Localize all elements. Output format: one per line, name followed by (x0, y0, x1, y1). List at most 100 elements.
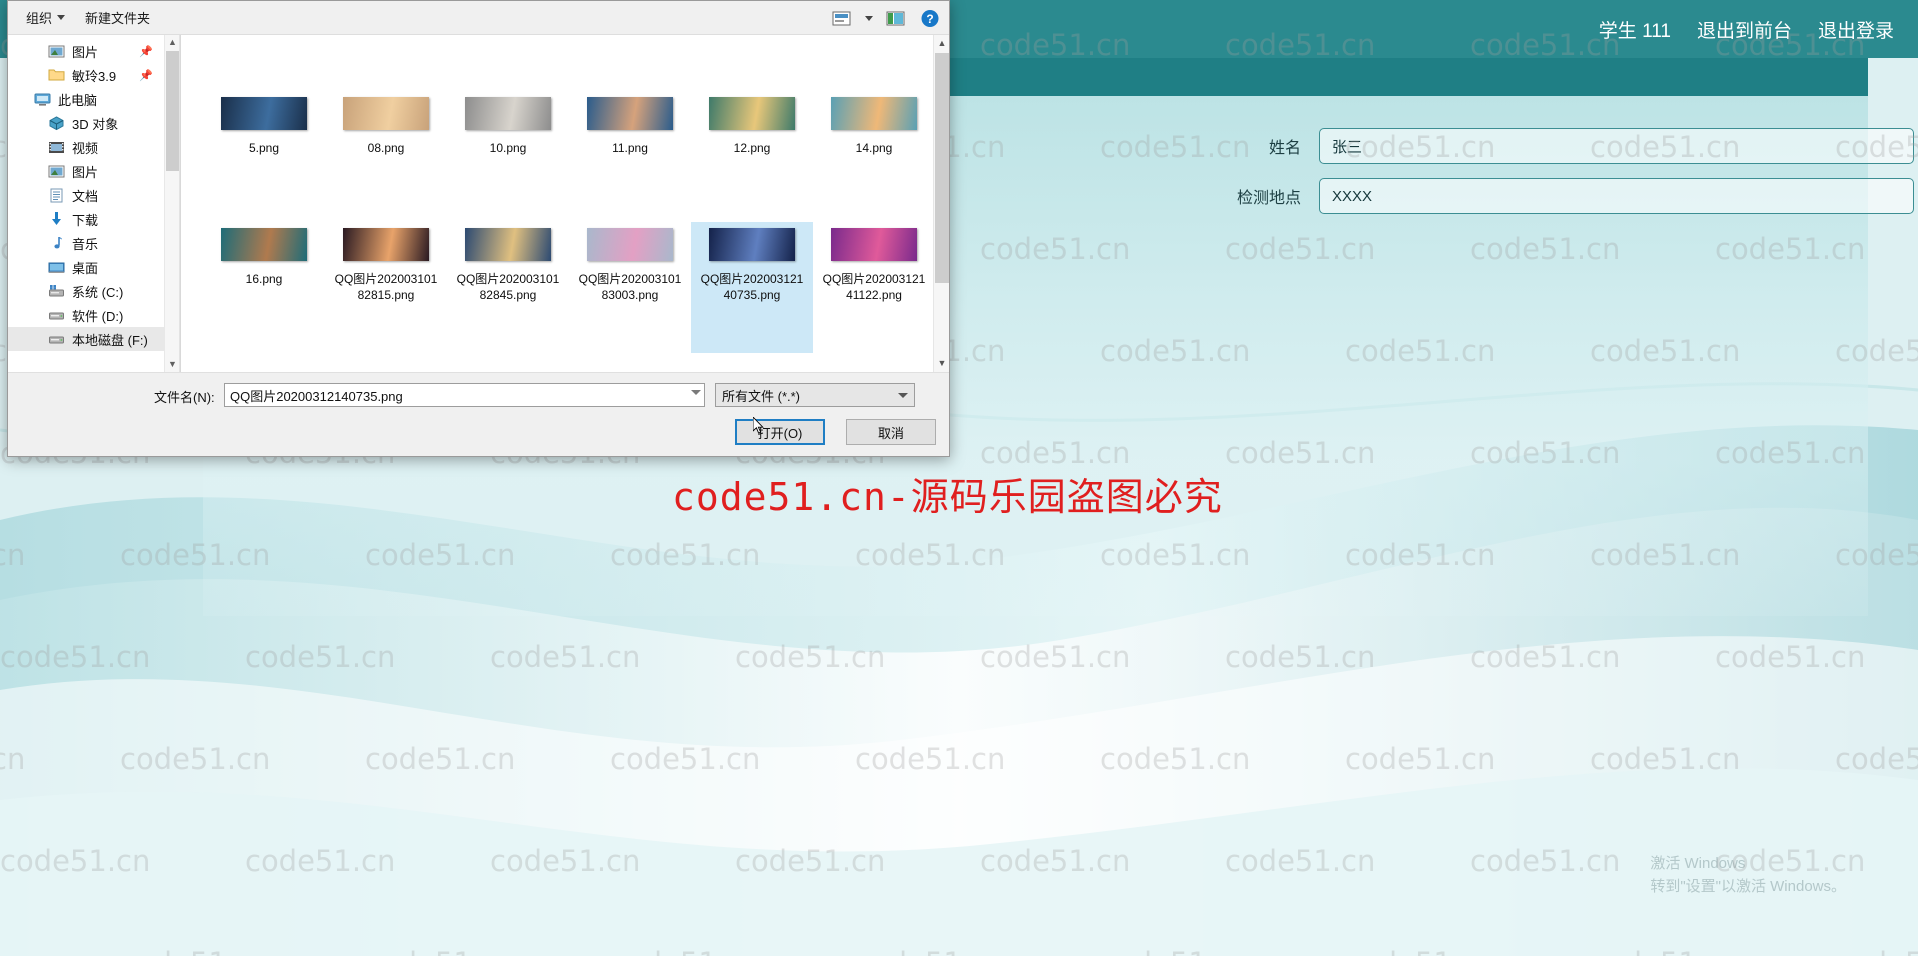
sidebar-item-label: 文档 (72, 188, 99, 204)
windows-activation-notice: 激活 Windows 转到"设置"以激活 Windows。 (1650, 852, 1846, 899)
new-folder-label: 新建文件夹 (85, 11, 151, 26)
red-watermark-text: code51.cn-源码乐园盗图必究 (672, 475, 1223, 519)
file-cell[interactable]: 11.png (569, 91, 691, 222)
sidebar-item-10[interactable]: 系统 (C:) (8, 279, 179, 303)
video-icon (48, 139, 65, 155)
file-scroll-up-icon[interactable]: ▲ (934, 35, 949, 52)
sidebar-item-label: 视频 (72, 140, 99, 156)
file-name-label: QQ图片20200312141122.png (822, 272, 926, 303)
new-folder-button[interactable]: 新建文件夹 (75, 4, 160, 31)
filetype-value: 所有文件 (*.*) (722, 388, 801, 404)
file-cell[interactable]: 10.png (447, 91, 569, 222)
file-thumbnail (587, 228, 673, 261)
file-cell[interactable]: 16.png (203, 222, 325, 353)
sidebar-scroll-thumb[interactable] (166, 51, 179, 171)
sidebar-item-9[interactable]: 桌面 (8, 255, 179, 279)
sidebar-item-4[interactable]: 视频 (8, 135, 179, 159)
name-label: 姓名 (1268, 140, 1301, 157)
activation-line-1: 激活 Windows (1650, 854, 1746, 872)
sidebar-item-label: 下载 (72, 212, 99, 228)
file-list-area[interactable]: 5.png 08.png 10.png 11.png 12.png 14.png 16.pn… (180, 35, 949, 372)
drive-icon (48, 307, 65, 323)
file-cell[interactable]: 5.png (203, 91, 325, 222)
dialog-body: 图片 📌 敏玲3.9 📌 此电脑 3D 对象 视频 图片 文档 下载 音乐 桌面 系统 (C:) 软件 (… (8, 35, 949, 372)
sidebar-list: 图片 📌 敏玲3.9 📌 此电脑 3D 对象 视频 图片 文档 下载 音乐 桌面 系统 (C:) 软件 (… (8, 39, 179, 351)
filename-label: 文件名(N): (154, 390, 215, 405)
view-layout-icon[interactable] (831, 9, 853, 28)
sidebar-item-0[interactable]: 图片 📌 (8, 39, 179, 63)
file-thumbnail (343, 228, 429, 261)
file-cell[interactable]: 14.png (813, 91, 935, 222)
filetype-select[interactable]: 所有文件 (*.*) (715, 383, 915, 407)
sidebar-item-label: 敏玲3.9 (72, 68, 117, 84)
desktop-icon (48, 259, 65, 275)
file-cell[interactable]: QQ图片20200310182845.png (447, 222, 569, 353)
name-input[interactable] (1319, 128, 1914, 164)
computer-icon (34, 91, 51, 107)
dialog-cancel-button[interactable]: 取消 (846, 419, 936, 445)
file-name-label: 10.png (489, 141, 527, 155)
file-name-label: 5.png (248, 141, 280, 155)
sidebar-item-label: 桌面 (72, 260, 99, 276)
form-row-place: 检测地点 (1213, 178, 1914, 214)
file-cell[interactable]: QQ图片20200310183003.png (569, 222, 691, 353)
dialog-toolbar: 组织 新建文件夹 ? (8, 1, 949, 35)
file-thumbnail (465, 97, 551, 130)
dialog-toolbar-right: ? (831, 1, 941, 35)
music-icon (48, 235, 65, 251)
file-thumbnail (221, 97, 307, 130)
form-row-name: 姓名 (1213, 128, 1914, 164)
file-name-label: 11.png (612, 141, 648, 155)
dialog-sidebar[interactable]: 图片 📌 敏玲3.9 📌 此电脑 3D 对象 视频 图片 文档 下载 音乐 桌面 系统 (C:) 软件 (… (8, 35, 180, 372)
file-open-dialog[interactable]: 组织 新建文件夹 ? 图片 📌 敏玲3.9 📌 此电脑 3D 对象 视频 图片 … (7, 0, 950, 457)
document-icon (48, 187, 65, 203)
file-name-label: QQ图片20200310183003.png (578, 272, 682, 303)
sidebar-item-8[interactable]: 音乐 (8, 231, 179, 255)
file-cell[interactable]: 08.png (325, 91, 447, 222)
chevron-down-icon (57, 15, 66, 20)
preview-pane-icon[interactable] (885, 9, 907, 28)
os-drive-icon (48, 283, 65, 299)
file-name-label: QQ图片20200310182815.png (334, 272, 438, 303)
nav-logout[interactable]: 退出登录 (1818, 16, 1894, 43)
open-button[interactable]: 打开(O) (735, 419, 825, 445)
sidebar-item-6[interactable]: 文档 (8, 183, 179, 207)
sidebar-item-label: 此电脑 (58, 92, 98, 108)
sidebar-item-label: 图片 (72, 44, 99, 60)
help-icon[interactable]: ? (919, 9, 941, 28)
file-scroll-down-icon[interactable]: ▼ (934, 355, 949, 372)
picture-icon (48, 163, 65, 179)
file-cell[interactable]: 12.png (691, 91, 813, 222)
file-name-label: QQ图片20200312140735.png (700, 272, 804, 303)
sidebar-scrollbar[interactable]: ▲ ▼ (164, 35, 179, 372)
file-cell[interactable]: QQ图片20200310182815.png (325, 222, 447, 353)
file-scroll-thumb[interactable] (935, 53, 949, 283)
download-icon (48, 211, 65, 227)
pin-icon[interactable]: 📌 (139, 45, 153, 58)
nav-exit-to-front[interactable]: 退出到前台 (1697, 16, 1792, 43)
file-thumbnail (831, 228, 917, 261)
place-input[interactable] (1319, 178, 1914, 214)
file-thumbnail (587, 97, 673, 130)
organize-label: 组织 (26, 11, 53, 26)
file-thumbnail (465, 228, 551, 261)
filename-input[interactable] (224, 383, 705, 407)
app-page: 学生 111 退出到前台 退出登录 首页 >> 核酸报告 姓名 检测地点 点击上… (0, 0, 1918, 956)
sidebar-item-2[interactable]: 此电脑 (8, 87, 179, 111)
sidebar-item-7[interactable]: 下载 (8, 207, 179, 231)
pin-icon[interactable]: 📌 (139, 69, 153, 82)
sidebar-item-1[interactable]: 敏玲3.9 📌 (8, 63, 179, 87)
organize-menu[interactable]: 组织 (16, 4, 75, 31)
file-list-scrollbar[interactable]: ▲ ▼ (933, 35, 949, 372)
sidebar-item-3[interactable]: 3D 对象 (8, 111, 179, 135)
sidebar-item-5[interactable]: 图片 (8, 159, 179, 183)
3d-object-icon (48, 115, 65, 131)
file-cell-selected[interactable]: QQ图片20200312140735.png (691, 222, 813, 353)
sidebar-scroll-down-icon[interactable]: ▼ (165, 357, 179, 372)
sidebar-item-12[interactable]: 本地磁盘 (F:) (8, 327, 179, 351)
file-grid: 5.png 08.png 10.png 11.png 12.png 14.png 16.pn… (181, 35, 949, 353)
sidebar-scroll-up-icon[interactable]: ▲ (165, 35, 179, 50)
chevron-down-icon[interactable] (865, 15, 873, 21)
sidebar-item-11[interactable]: 软件 (D:) (8, 303, 179, 327)
file-cell[interactable]: QQ图片20200312141122.png (813, 222, 935, 353)
